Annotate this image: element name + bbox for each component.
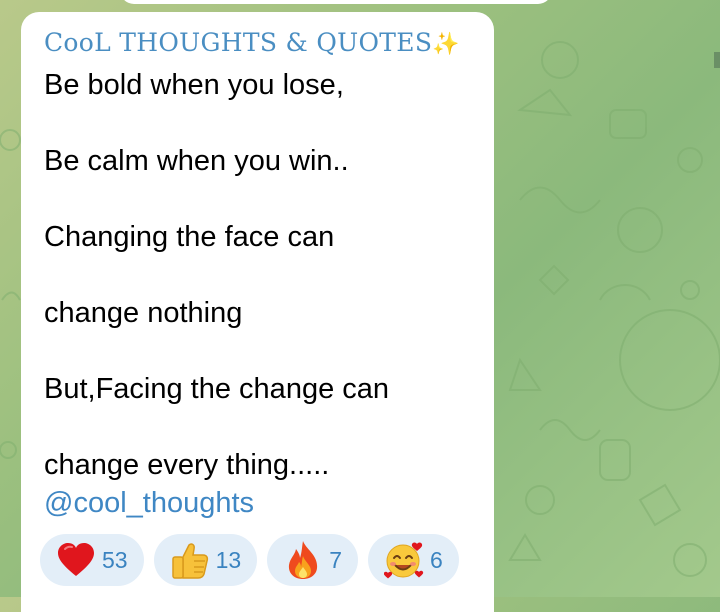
message-bubble[interactable]: CooL THOUGHTS & QUOTES✨ Be bold when you…	[21, 12, 494, 612]
reaction-count: 13	[215, 546, 242, 573]
reaction-count: 6	[429, 546, 443, 573]
reaction-count: 53	[102, 546, 128, 573]
thumbs-up-icon	[170, 540, 210, 580]
message-line: Be calm when you win..	[44, 145, 349, 177]
channel-name[interactable]: CooL THOUGHTS & QUOTES✨	[44, 26, 472, 60]
fire-icon	[283, 540, 323, 580]
red-heart-icon	[56, 540, 96, 580]
reaction-fire[interactable]: 7	[267, 534, 358, 586]
reaction-count: 7	[329, 546, 342, 573]
scroll-indicator[interactable]	[714, 52, 720, 68]
reaction-smiling-hearts[interactable]: 6	[367, 534, 459, 586]
sparkles-icon: ✨	[432, 32, 460, 57]
message-line: Be bold when you lose,	[44, 69, 344, 101]
message-line: change nothing	[44, 297, 243, 329]
message-text: Be bold when you lose, Be calm when you …	[44, 66, 472, 522]
reaction-thumbs-up[interactable]: 13	[153, 534, 258, 586]
message-line: But,Facing the change can	[44, 373, 390, 405]
reaction-heart[interactable]: 53	[40, 534, 144, 586]
channel-mention-link[interactable]: @cool_thoughts	[44, 484, 472, 522]
reactions-bar: 53 13 7 6	[40, 534, 459, 586]
smiling-face-with-hearts-icon	[383, 540, 424, 580]
message-line: change every thing.....	[44, 449, 330, 481]
message-line: Changing the face can	[44, 221, 335, 253]
previous-message-bubble-edge	[120, 0, 552, 4]
channel-name-text[interactable]: CooL THOUGHTS & QUOTES	[44, 28, 432, 57]
